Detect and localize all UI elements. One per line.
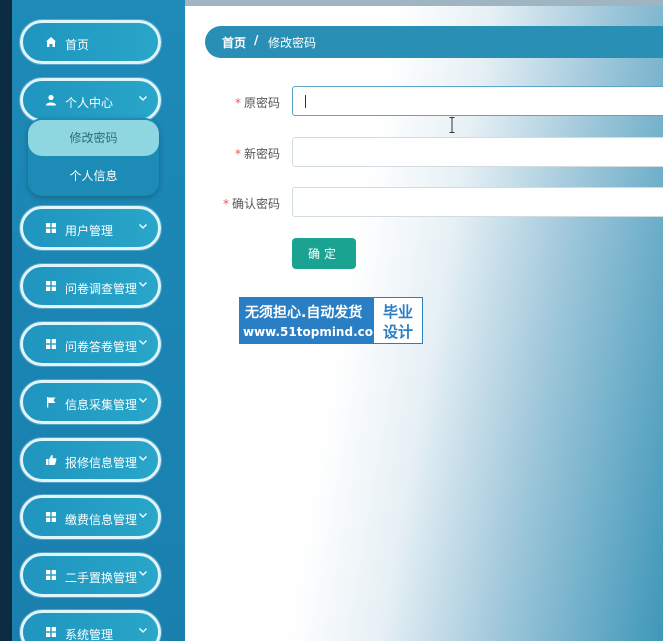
sidebar-item-label: 用户管理: [65, 224, 114, 238]
confirm-password-label-text: 确认密码: [231, 197, 280, 211]
sidebar-item-label: 问卷调查管理: [65, 282, 138, 296]
watermark-text-1: 毕业: [382, 303, 413, 321]
sidebar-item-second-hand[interactable]: 二手置换管理: [20, 553, 161, 597]
sidebar-item-label: 缴费信息管理: [65, 513, 138, 527]
grid-icon: [46, 339, 56, 349]
watermark-slogan: 无须担心.自动发货: [245, 305, 363, 321]
required-mark: *: [234, 147, 241, 161]
chevron-down-icon: [139, 571, 147, 576]
sidebar-item-label: 报修信息管理: [65, 456, 138, 470]
sidebar-item-survey-management[interactable]: 问卷调查管理: [20, 264, 161, 308]
watermark-text-2: 设计: [382, 323, 413, 341]
chevron-down-icon: [139, 96, 147, 101]
breadcrumb-home-link[interactable]: 首页: [222, 34, 246, 51]
old-password-label-text: 原密码: [243, 96, 280, 110]
thumbs-up-icon: [46, 455, 57, 465]
required-mark: *: [234, 96, 241, 110]
sidebar-item-repair-management[interactable]: 报修信息管理: [20, 438, 161, 482]
old-password-label: * 原密码: [235, 94, 280, 111]
breadcrumb: 首页 / 修改密码: [205, 26, 663, 58]
sidebar-item-payment-management[interactable]: 缴费信息管理: [20, 495, 161, 539]
required-mark: *: [222, 197, 229, 211]
user-icon: [46, 94, 56, 106]
flag-icon: [47, 397, 56, 408]
sidebar-item-answer-management[interactable]: 问卷答卷管理: [20, 322, 161, 366]
left-edge-strip: [0, 0, 12, 641]
chevron-down-icon: [139, 456, 147, 461]
form-row-new-password: * 新密码: [185, 137, 663, 169]
new-password-label: * 新密码: [235, 145, 280, 162]
new-password-label-text: 新密码: [243, 147, 280, 161]
confirm-password-label: * 确认密码: [223, 195, 280, 212]
sidebar-item-home[interactable]: 首页: [20, 20, 161, 64]
sidebar-item-personal-center[interactable]: 个人中心: [20, 78, 161, 122]
sidebar-item-system-management[interactable]: 系统管理: [20, 610, 161, 641]
form-row-confirm-password: * 确认密码: [185, 187, 663, 219]
watermark-right: 毕业 设计: [373, 297, 423, 344]
watermark-left: 无须担心.自动发货 www.51topmind.com: [239, 297, 386, 344]
new-password-input[interactable]: [292, 137, 663, 167]
submenu-item-change-password[interactable]: 修改密码: [28, 120, 159, 156]
old-password-input[interactable]: [292, 86, 663, 116]
sidebar-item-label: 系统管理: [65, 628, 114, 641]
confirm-password-input[interactable]: [292, 187, 663, 217]
sidebar-item-label: 问卷答卷管理: [65, 340, 138, 354]
breadcrumb-separator: /: [254, 33, 259, 47]
main-content: 首页 / 修改密码 * 原密码 * 新密码 * 确认密码 确定 无须担心.自动发货 w…: [185, 0, 663, 641]
sidebar-item-info-collection[interactable]: 信息采集管理: [20, 380, 161, 424]
grid-icon: [46, 512, 56, 522]
personal-center-submenu: 修改密码 个人信息: [28, 118, 159, 196]
sidebar-item-user-management[interactable]: 用户管理: [20, 206, 161, 250]
grid-icon: [46, 570, 56, 580]
top-border: [185, 0, 663, 6]
chevron-down-icon: [139, 398, 147, 403]
watermark-url: www.51topmind.com: [243, 325, 386, 339]
chevron-down-icon: [139, 224, 147, 229]
submenu-item-personal-info[interactable]: 个人信息: [28, 158, 159, 194]
submit-button[interactable]: 确定: [292, 238, 356, 269]
sidebar-item-label: 首页: [65, 38, 90, 52]
sidebar-item-label: 个人中心: [65, 96, 114, 110]
chevron-down-icon: [139, 282, 147, 287]
chevron-down-icon: [139, 628, 147, 633]
grid-icon: [46, 223, 56, 233]
chevron-down-icon: [139, 340, 147, 345]
text-caret: [305, 95, 306, 108]
sidebar-item-label: 信息采集管理: [65, 398, 138, 412]
home-icon: [46, 37, 56, 47]
grid-icon: [46, 627, 56, 637]
form-row-old-password: * 原密码: [185, 86, 663, 118]
chevron-down-icon: [139, 513, 147, 518]
sidebar-menu: 首页 个人中心 修改密码 个人信息 用户管理 问卷调查管理 问卷答卷管理 信息采…: [12, 0, 185, 641]
grid-icon: [46, 281, 56, 291]
watermark-banner: 无须担心.自动发货 www.51topmind.com 毕业 设计: [239, 297, 423, 344]
text-cursor-icon: [449, 117, 455, 133]
sidebar-item-label: 二手置换管理: [65, 571, 138, 585]
breadcrumb-current: 修改密码: [268, 36, 317, 50]
